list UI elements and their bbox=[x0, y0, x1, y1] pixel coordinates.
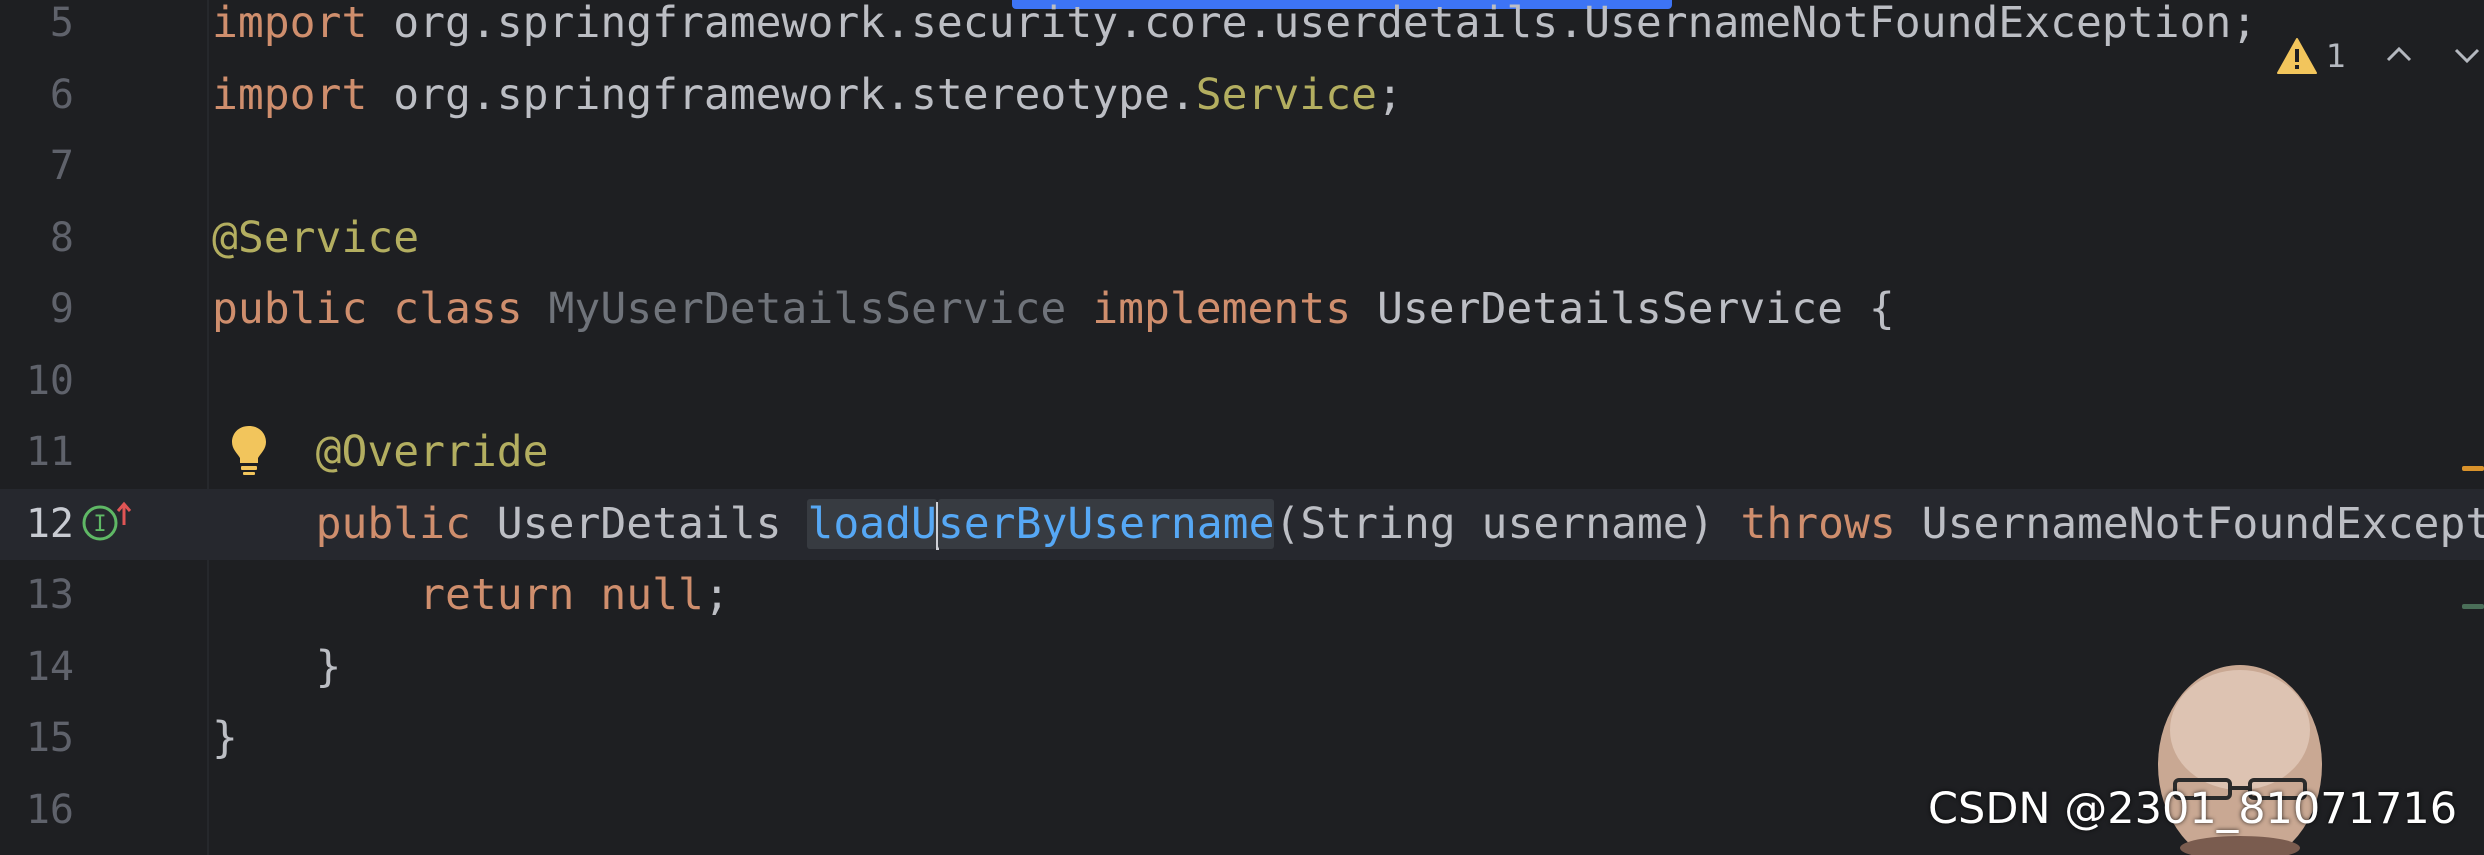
code-token: UserDetails bbox=[470, 498, 808, 549]
code-text[interactable]: } bbox=[212, 632, 342, 704]
code-token: } bbox=[212, 641, 342, 692]
code-token: serByUsername bbox=[937, 498, 1275, 549]
line-number[interactable]: 11 bbox=[0, 417, 74, 489]
code-text[interactable]: } bbox=[212, 703, 238, 775]
code-token: @Override bbox=[315, 427, 549, 477]
code-line[interactable]: 14 } bbox=[0, 632, 2484, 704]
inspection-widget[interactable]: 1 bbox=[2276, 32, 2346, 80]
line-number[interactable]: 15 bbox=[0, 703, 74, 775]
line-number[interactable]: 10 bbox=[0, 346, 74, 418]
code-token: MyUserDetailsService bbox=[548, 284, 1067, 334]
line-number[interactable]: 6 bbox=[0, 60, 74, 132]
line-number[interactable]: 7 bbox=[0, 131, 74, 203]
code-token: @Service bbox=[212, 212, 420, 263]
line-number[interactable]: 8 bbox=[0, 203, 74, 275]
implements-method-icon[interactable]: I bbox=[80, 499, 136, 543]
code-line[interactable]: 10 bbox=[0, 346, 2484, 418]
line-number[interactable]: 9 bbox=[0, 274, 74, 346]
code-text[interactable]: return null; bbox=[212, 560, 730, 632]
code-token: } bbox=[212, 713, 238, 763]
warning-count: 1 bbox=[2326, 37, 2347, 75]
line-number[interactable]: 16 bbox=[0, 775, 74, 847]
line-number[interactable]: 14 bbox=[0, 632, 74, 704]
code-token: return null bbox=[419, 570, 704, 620]
code-token: UsernameNotFoundException { bbox=[1921, 498, 2484, 549]
code-token: ; bbox=[703, 570, 730, 620]
warning-icon bbox=[2277, 38, 2317, 74]
code-line[interactable]: 13 return null; bbox=[0, 560, 2484, 632]
code-token: import bbox=[212, 69, 368, 120]
code-line[interactable]: 5 import org.springframework.security.cor… bbox=[0, 0, 2484, 60]
code-token: loadU bbox=[807, 498, 937, 549]
code-line[interactable]: 12 public UserDetails loadUserByUsername… bbox=[0, 488, 2484, 561]
chevron-down-icon[interactable] bbox=[2450, 38, 2484, 72]
code-token: (String username) bbox=[1274, 498, 1741, 549]
chevron-up-icon[interactable] bbox=[2382, 38, 2416, 72]
code-text[interactable]: import org.springframework.security.core… bbox=[212, 0, 2257, 60]
error-stripe-marker[interactable] bbox=[2462, 604, 2484, 609]
code-token: org.springframework.security.core.userde… bbox=[367, 0, 2258, 48]
code-line[interactable]: 11 @Override bbox=[0, 417, 2484, 489]
error-stripe-marker[interactable] bbox=[2462, 466, 2484, 471]
code-token: org.springframework.stereotype. bbox=[367, 69, 1196, 120]
csdn-watermark: CSDN @2301_81071716 bbox=[1928, 784, 2458, 834]
line-number[interactable]: 12 bbox=[0, 489, 74, 561]
code-text[interactable]: public UserDetails loadUserByUsername(St… bbox=[212, 489, 2484, 561]
code-token: implements bbox=[1092, 284, 1352, 334]
code-editor[interactable]: 5 import org.springframework.security.cor… bbox=[0, 0, 2484, 855]
line-number[interactable]: 13 bbox=[0, 560, 74, 632]
code-token: public bbox=[315, 498, 471, 549]
code-token: UserDetailsService { bbox=[1351, 284, 1895, 334]
code-line[interactable]: 15} bbox=[0, 703, 2484, 775]
code-token: import bbox=[212, 0, 368, 48]
line-number[interactable]: 5 bbox=[0, 0, 74, 60]
code-line[interactable]: 9 public class MyUserDetailsService imple… bbox=[0, 274, 2484, 346]
code-line[interactable]: 6 import org.springframework.stereotype.S… bbox=[0, 60, 2484, 132]
intention-bulb-icon[interactable] bbox=[228, 423, 270, 477]
code-line[interactable]: 7 bbox=[0, 131, 2484, 203]
code-token: ; bbox=[1376, 69, 1403, 120]
code-text[interactable]: import org.springframework.stereotype.Se… bbox=[212, 60, 1403, 132]
code-token: Service bbox=[1195, 69, 1377, 120]
code-token: public class bbox=[212, 284, 549, 334]
svg-text:I: I bbox=[93, 512, 106, 537]
code-text[interactable]: public class MyUserDetailsService implem… bbox=[212, 274, 1895, 346]
code-line[interactable]: 8 @Service bbox=[0, 203, 2484, 275]
code-token: throws bbox=[1740, 498, 1896, 549]
code-text[interactable]: @Service bbox=[212, 203, 419, 275]
